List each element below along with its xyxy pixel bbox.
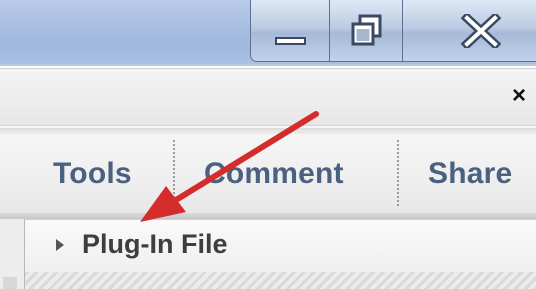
minimize-icon [275,37,306,45]
document-bar [0,68,536,126]
close-icon [461,14,501,48]
restore-icon [351,14,382,46]
gutter-handle[interactable] [3,277,17,289]
tools-pane-button[interactable]: Tools [53,157,132,191]
toolbar-separator [397,140,399,206]
minimize-button[interactable] [250,0,330,62]
left-navigation-gutter [0,219,25,289]
panel-content-area [25,272,536,289]
restore-button[interactable] [329,0,403,62]
share-pane-button[interactable]: Share [428,157,512,191]
disclosure-triangle-icon[interactable] [56,239,64,251]
close-document-button[interactable]: × [512,84,526,108]
panel-title[interactable]: Plug-In File [82,229,228,260]
toolbar-separator [173,140,175,206]
close-window-button[interactable] [402,0,536,62]
comment-pane-button[interactable]: Comment [204,157,344,191]
